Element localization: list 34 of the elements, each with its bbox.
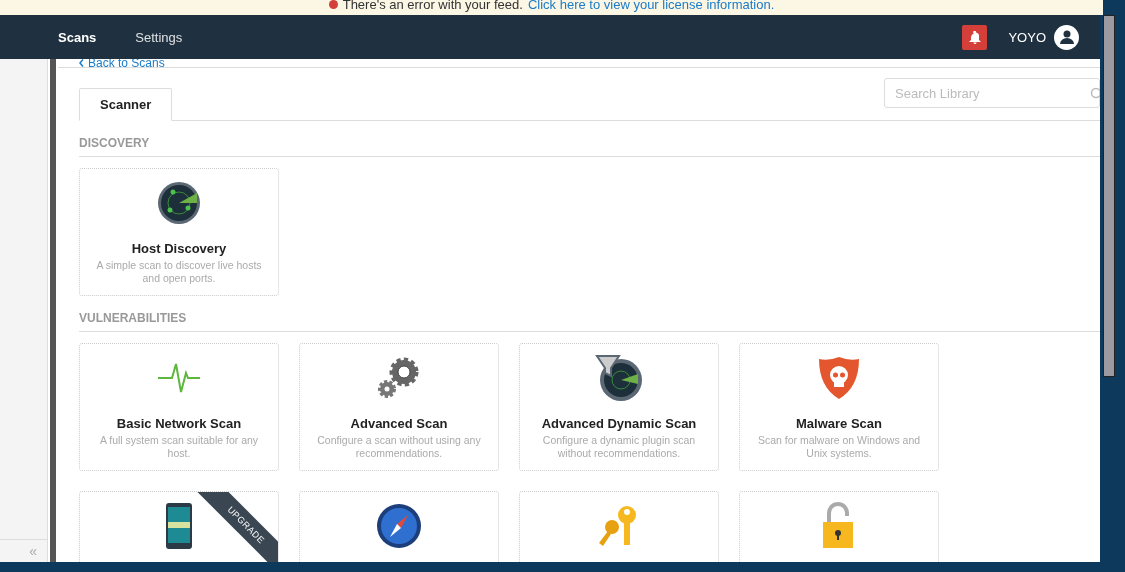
error-message: There's an error with your feed.	[342, 0, 523, 11]
user-icon	[1059, 30, 1074, 44]
card-description: Scan for malware on Windows and Unix systems.	[756, 434, 922, 460]
section-heading: VULNERABILITIES	[79, 311, 1100, 332]
radar-icon	[157, 181, 201, 225]
error-icon	[328, 0, 338, 9]
card-title: Advanced Scan	[350, 416, 448, 431]
search-field[interactable]: Search Library	[884, 78, 1100, 108]
card-title: Host Discovery	[131, 241, 227, 256]
scrollbar[interactable]	[50, 59, 56, 562]
nav-link[interactable]: Settings	[135, 29, 183, 45]
card-description: A simple scan to discover live hosts and open ports.	[95, 259, 263, 285]
tab[interactable]: Scanner	[79, 88, 173, 121]
chevron-left-icon	[79, 59, 84, 67]
avatar-button[interactable]	[1054, 24, 1079, 50]
card-title: Basic Network Scan	[116, 416, 242, 431]
back-link[interactable]: Back to Scans	[58, 59, 1100, 68]
skull-shield-icon	[817, 355, 861, 401]
card-description: Configure a scan without using any recommendations.	[316, 434, 482, 460]
notifications-button[interactable]	[962, 24, 988, 50]
card-title: Advanced Dynamic Scan	[541, 416, 697, 431]
bell-icon	[968, 30, 981, 44]
radar-icon	[595, 354, 643, 402]
search-icon	[1090, 87, 1100, 99]
user-name[interactable]: YOYO	[1008, 29, 1046, 45]
card-description: A full system scan suitable for any host.	[98, 434, 260, 460]
license-link[interactable]: Click here to view your license information.	[527, 0, 775, 11]
section-heading: DISCOVERY	[79, 136, 1100, 157]
phone-icon	[165, 502, 193, 550]
card-description: Configure a dynamic plugin scan without recommendations.	[541, 434, 697, 460]
compass-icon	[376, 503, 422, 549]
card-title: Malware Scan	[796, 416, 882, 431]
nav-link[interactable]: Scans	[58, 29, 97, 45]
pulse-icon	[156, 361, 202, 395]
